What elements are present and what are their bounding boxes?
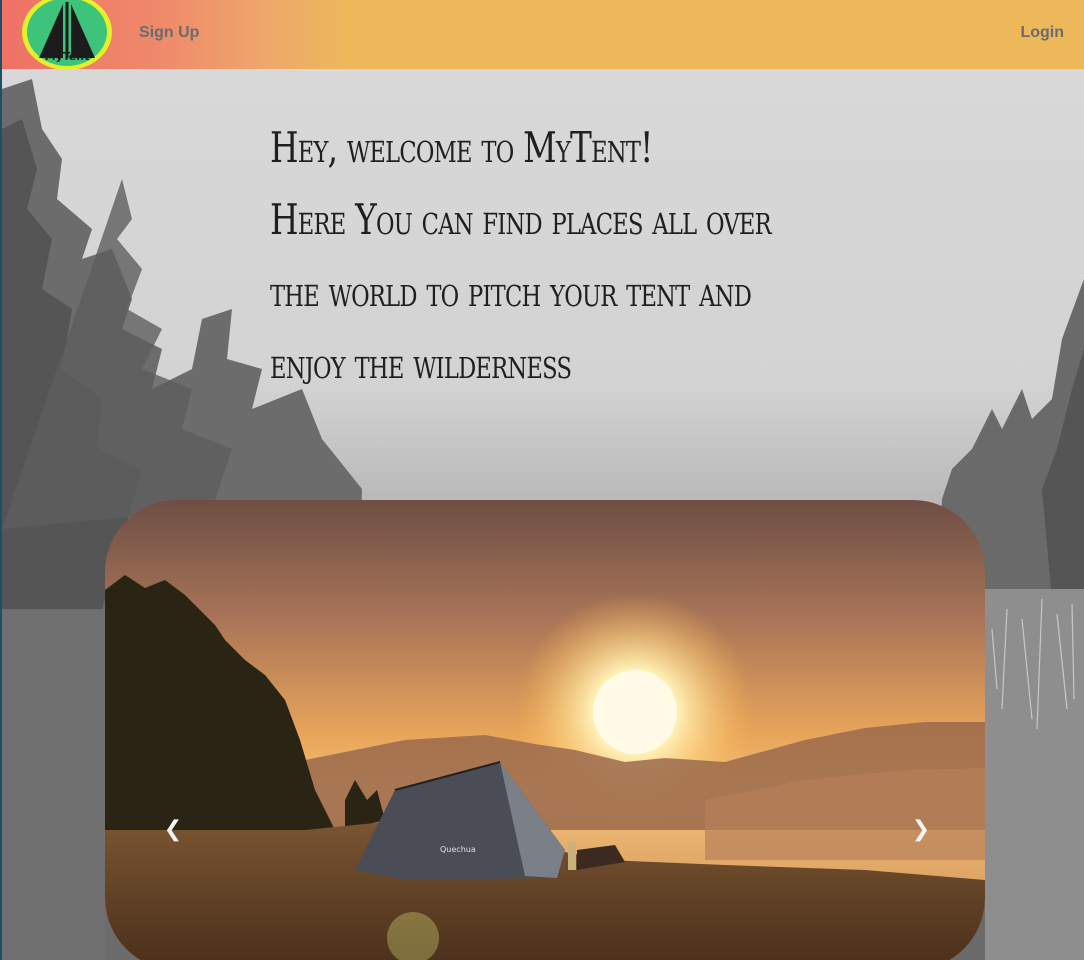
carousel-next-button[interactable]: ❯ — [907, 816, 935, 844]
page: MyTent Sign Up Login Hey, welcome to MyT… — [2, 0, 1084, 960]
welcome-description: Here You can find places all over the wo… — [270, 195, 772, 388]
logo-text: MyTent — [45, 50, 90, 63]
navbar: MyTent Sign Up Login — [2, 0, 1084, 70]
welcome-message: Hey, welcome to MyTent! Here You can fin… — [270, 112, 772, 400]
carousel-slide-image: Quechua — [105, 500, 985, 960]
login-link[interactable]: Login — [1020, 24, 1064, 42]
signup-link[interactable]: Sign Up — [139, 24, 199, 42]
tent-brand-text: Quechua — [440, 845, 476, 854]
chevron-left-icon: ❮ — [163, 817, 183, 842]
mytent-logo[interactable]: MyTent — [21, 0, 113, 70]
carousel-prev-button[interactable]: ❮ — [159, 816, 187, 844]
chevron-right-icon: ❯ — [911, 817, 931, 842]
welcome-heading: Hey, welcome to MyTent! — [270, 123, 653, 172]
image-carousel[interactable]: Quechua ❮ ❯ — [105, 500, 985, 960]
